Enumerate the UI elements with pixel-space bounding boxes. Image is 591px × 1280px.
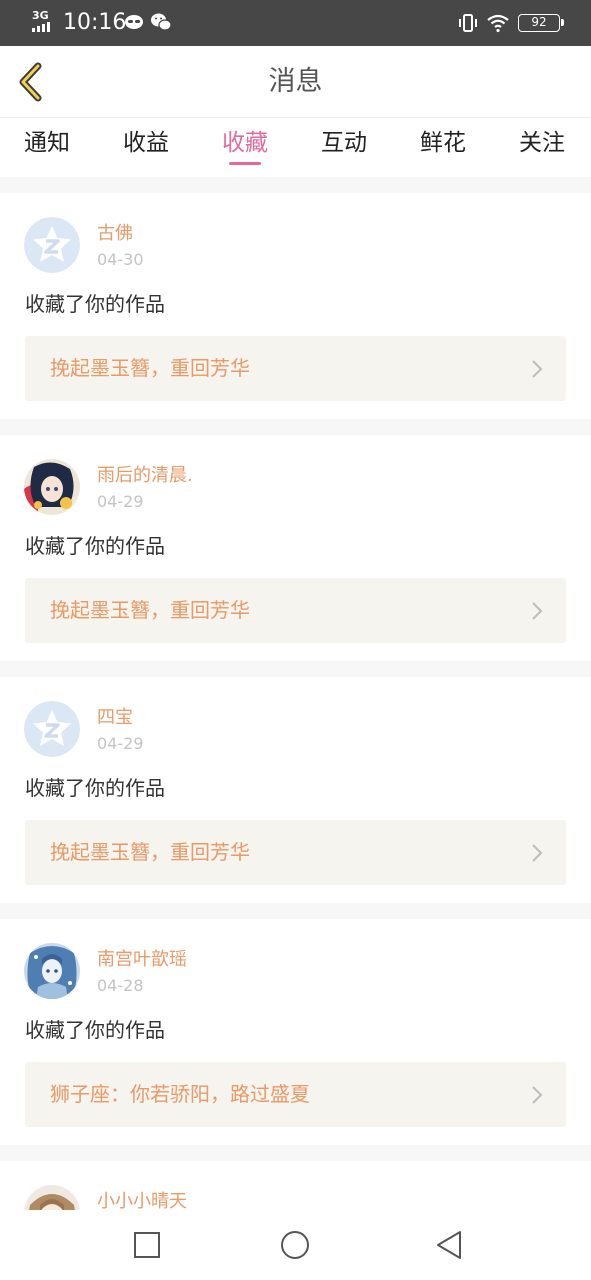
network-type: 3G <box>32 9 49 22</box>
battery-icon: 92 <box>518 14 564 32</box>
active-tab-indicator <box>229 162 261 165</box>
divider <box>0 661 591 677</box>
message-date: 04-30 <box>97 250 144 269</box>
wifi-icon <box>487 14 509 33</box>
anime-girl-avatar[interactable] <box>24 459 80 515</box>
message-text: 收藏了你的作品 <box>25 292 165 316</box>
message-card: 南宫叶歆瑶 04-28 收藏了你的作品 狮子座：你若骄阳，路过盛夏 <box>0 919 591 1145</box>
signal-icon <box>32 22 50 32</box>
message-card: 古佛 04-30 收藏了你的作品 挽起墨玉簪，重回芳华 <box>0 193 591 419</box>
page-title: 消息 <box>268 66 323 97</box>
chevron-right-icon <box>532 1086 543 1104</box>
recent-apps-icon[interactable] <box>132 1230 162 1260</box>
home-icon[interactable] <box>280 1230 310 1260</box>
default-star-avatar[interactable] <box>24 217 80 273</box>
message-date: 04-29 <box>97 734 144 753</box>
work-link[interactable]: 挽起墨玉簪，重回芳华 <box>25 820 566 885</box>
chevron-left-icon[interactable] <box>14 60 50 104</box>
status-bar: 3G 10:16 92 <box>0 0 591 46</box>
message-text: 收藏了你的作品 <box>25 776 165 800</box>
message-card: 小小小晴天 <box>0 1161 591 1210</box>
header: 消息 <box>0 46 591 118</box>
divider <box>0 903 591 919</box>
message-date: 04-28 <box>97 976 144 995</box>
tab-flowers[interactable]: 鲜花 <box>420 128 466 158</box>
user-name[interactable]: 四宝 <box>97 707 133 729</box>
user-name[interactable]: 雨后的清晨. <box>97 465 193 487</box>
tab-follows[interactable]: 关注 <box>519 128 565 158</box>
divider <box>0 1145 591 1161</box>
tab-notifications[interactable]: 通知 <box>24 128 70 158</box>
work-title: 挽起墨玉簪，重回芳华 <box>50 840 250 864</box>
chevron-right-icon <box>532 360 543 378</box>
anime-doll-avatar[interactable] <box>24 1185 80 1210</box>
chevron-right-icon <box>532 844 543 862</box>
tab-earnings[interactable]: 收益 <box>123 128 169 158</box>
anime-blue-avatar[interactable] <box>24 943 80 999</box>
default-star-avatar[interactable] <box>24 701 80 757</box>
work-link[interactable]: 挽起墨玉簪，重回芳华 <box>25 578 566 643</box>
wechat-icon <box>151 13 172 31</box>
tab-favorites[interactable]: 收藏 <box>222 128 268 158</box>
work-link[interactable]: 狮子座：你若骄阳，路过盛夏 <box>25 1062 566 1127</box>
system-nav-bar <box>0 1210 591 1280</box>
work-link[interactable]: 挽起墨玉簪，重回芳华 <box>25 336 566 401</box>
work-title: 挽起墨玉簪，重回芳华 <box>50 598 250 622</box>
user-name[interactable]: 南宫叶歆瑶 <box>97 949 187 971</box>
vibrate-icon <box>459 14 477 32</box>
user-name[interactable]: 小小小晴天 <box>97 1191 187 1210</box>
message-text: 收藏了你的作品 <box>25 1018 165 1042</box>
status-time: 10:16 <box>63 10 127 35</box>
user-name[interactable]: 古佛 <box>97 223 133 245</box>
divider <box>0 419 591 435</box>
message-date: 04-29 <box>97 492 144 511</box>
game-app-icon <box>125 15 143 29</box>
work-title: 狮子座：你若骄阳，路过盛夏 <box>50 1082 310 1106</box>
divider <box>0 177 591 193</box>
message-card: 四宝 04-29 收藏了你的作品 挽起墨玉簪，重回芳华 <box>0 677 591 903</box>
tab-interactions[interactable]: 互动 <box>321 128 367 158</box>
chevron-right-icon <box>532 602 543 620</box>
tab-bar: 通知 收益 收藏 互动 鲜花 关注 <box>0 118 591 176</box>
message-card: 雨后的清晨. 04-29 收藏了你的作品 挽起墨玉簪，重回芳华 <box>0 435 591 661</box>
back-icon[interactable] <box>434 1230 464 1260</box>
work-title: 挽起墨玉簪，重回芳华 <box>50 356 250 380</box>
message-text: 收藏了你的作品 <box>25 534 165 558</box>
